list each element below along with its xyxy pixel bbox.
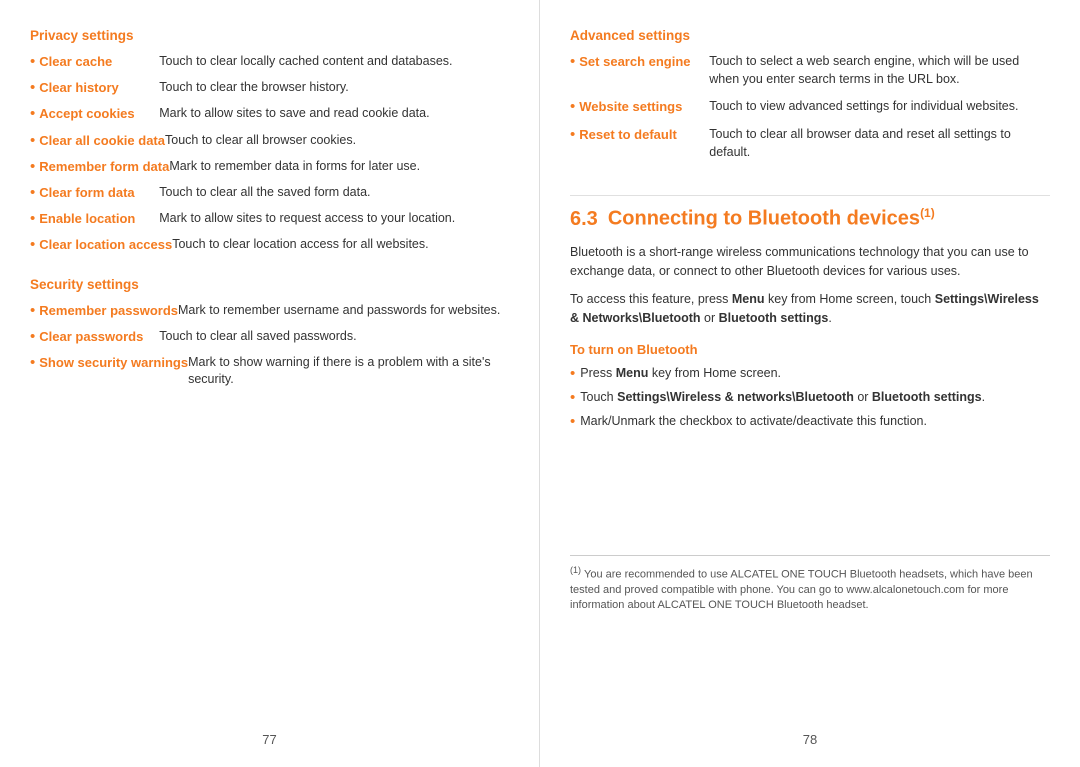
security-settings-list: • Remember passwords Mark to remember us… — [30, 302, 509, 397]
privacy-list-item: • Remember form data Mark to remember da… — [30, 158, 509, 176]
setting-term: Clear form data — [39, 184, 159, 202]
bluetooth-heading: To turn on Bluetooth — [570, 342, 1050, 357]
setting-desc: Mark to remember data in forms for later… — [169, 158, 420, 176]
page-number-right: 78 — [570, 722, 1050, 747]
footnote-section: (1)You are recommended to use ALCATEL ON… — [570, 555, 1050, 614]
access-text-4: . — [828, 311, 831, 325]
bullet-icon: • — [30, 302, 35, 320]
access-text-1: To access this feature, press — [570, 292, 732, 306]
setting-desc: Mark to remember username and passwords … — [178, 302, 500, 320]
setting-term: Clear history — [39, 79, 159, 97]
footnote-num: (1) — [570, 565, 581, 575]
privacy-list-item: • Enable location Mark to allow sites to… — [30, 210, 509, 228]
setting-desc: Touch to clear all the saved form data. — [159, 184, 370, 202]
privacy-list-item: • Clear location access Touch to clear l… — [30, 236, 509, 254]
footnote-text: You are recommended to use ALCATEL ONE T… — [570, 569, 1033, 612]
footnote: (1)You are recommended to use ALCATEL ON… — [570, 564, 1050, 614]
bullet-icon: • — [30, 236, 35, 254]
advanced-settings-list: • Set search engine Touch to select a we… — [570, 53, 1050, 171]
privacy-list-item: • Clear form data Touch to clear all the… — [30, 184, 509, 202]
adv-desc: Touch to view advanced settings for indi… — [709, 98, 1018, 116]
bullet-icon: • — [570, 126, 575, 144]
security-list-item: • Clear passwords Touch to clear all sav… — [30, 328, 509, 346]
access-bold-menu: Menu — [732, 292, 765, 306]
setting-term: Clear passwords — [39, 328, 159, 346]
adv-term: Website settings — [579, 98, 709, 116]
adv-list-item: • Website settings Touch to view advance… — [570, 98, 1050, 116]
privacy-settings-list: • Clear cache Touch to clear locally cac… — [30, 53, 509, 263]
page-number-left: 77 — [30, 722, 509, 747]
bt-item-text: Mark/Unmark the checkbox to activate/dea… — [580, 413, 927, 431]
bluetooth-list: • Press Menu key from Home screen. • Touch … — [570, 365, 1050, 437]
privacy-list-item: • Clear cache Touch to clear locally cac… — [30, 53, 509, 71]
adv-term: Reset to default — [579, 126, 709, 144]
setting-term: Remember passwords — [39, 302, 178, 320]
intro-text: Bluetooth is a short-range wireless comm… — [570, 243, 1050, 281]
page-container: Privacy settings • Clear cache Touch to … — [0, 0, 1080, 767]
adv-term: Set search engine — [579, 53, 709, 71]
bullet-icon: • — [570, 389, 575, 407]
setting-term: Show security warnings — [39, 354, 188, 372]
chapter-heading: 6.3 Connecting to Bluetooth devices(1) — [570, 206, 1050, 231]
access-text-3: or — [701, 311, 719, 325]
chapter-title: Connecting to Bluetooth devices(1) — [608, 206, 935, 231]
security-heading: Security settings — [30, 277, 509, 292]
adv-list-item: • Set search engine Touch to select a we… — [570, 53, 1050, 88]
bullet-icon: • — [570, 413, 575, 431]
setting-term: Remember form data — [39, 158, 169, 176]
left-column: Privacy settings • Clear cache Touch to … — [0, 0, 540, 767]
bullet-icon: • — [570, 365, 575, 383]
access-text-2: key from Home screen, touch — [765, 292, 935, 306]
setting-term: Clear all cookie data — [39, 132, 165, 150]
bullet-icon: • — [570, 98, 575, 116]
setting-term: Clear cache — [39, 53, 159, 71]
setting-desc: Touch to clear all browser cookies. — [165, 132, 356, 150]
bullet-icon: • — [30, 184, 35, 202]
adv-list-item: • Reset to default Touch to clear all br… — [570, 126, 1050, 161]
bt-list-item: • Mark/Unmark the checkbox to activate/de… — [570, 413, 1050, 431]
bullet-icon: • — [30, 79, 35, 97]
access-bold-btsettings: Bluetooth settings — [719, 311, 829, 325]
setting-desc: Mark to allow sites to save and read coo… — [159, 105, 429, 123]
setting-desc: Touch to clear the browser history. — [159, 79, 348, 97]
setting-desc: Touch to clear all saved passwords. — [159, 328, 356, 346]
setting-term: Accept cookies — [39, 105, 159, 123]
bullet-icon: • — [30, 105, 35, 123]
bt-list-item: • Press Menu key from Home screen. — [570, 365, 1050, 383]
privacy-heading: Privacy settings — [30, 28, 509, 43]
bullet-icon: • — [30, 53, 35, 71]
security-list-item: • Show security warnings Mark to show wa… — [30, 354, 509, 389]
bt-item-text: Press Menu key from Home screen. — [580, 365, 781, 383]
advanced-heading: Advanced settings — [570, 28, 1050, 43]
bullet-icon: • — [30, 328, 35, 346]
setting-desc: Mark to allow sites to request access to… — [159, 210, 455, 228]
privacy-list-item: • Clear all cookie data Touch to clear a… — [30, 132, 509, 150]
access-text: To access this feature, press Menu key f… — [570, 290, 1050, 328]
bullet-icon: • — [30, 210, 35, 228]
bt-item-text: Touch Settings\Wireless & networks\Bluet… — [580, 389, 985, 407]
setting-desc: Touch to clear location access for all w… — [172, 236, 428, 254]
chapter-number: 6.3 — [570, 208, 598, 231]
right-column: Advanced settings • Set search engine To… — [540, 0, 1080, 767]
bt-list-item: • Touch Settings\Wireless & networks\Blue… — [570, 389, 1050, 407]
bullet-icon: • — [30, 354, 35, 372]
privacy-list-item: • Accept cookies Mark to allow sites to … — [30, 105, 509, 123]
privacy-list-item: • Clear history Touch to clear the brows… — [30, 79, 509, 97]
bullet-icon: • — [30, 158, 35, 176]
setting-desc: Mark to show warning if there is a probl… — [188, 354, 509, 389]
setting-term: Enable location — [39, 210, 159, 228]
setting-desc: Touch to clear locally cached content an… — [159, 53, 452, 71]
adv-desc: Touch to select a web search engine, whi… — [709, 53, 1050, 88]
setting-term: Clear location access — [39, 236, 172, 254]
bullet-icon: • — [570, 53, 575, 71]
bullet-icon: • — [30, 132, 35, 150]
security-list-item: • Remember passwords Mark to remember us… — [30, 302, 509, 320]
divider — [570, 195, 1050, 196]
adv-desc: Touch to clear all browser data and rese… — [709, 126, 1050, 161]
